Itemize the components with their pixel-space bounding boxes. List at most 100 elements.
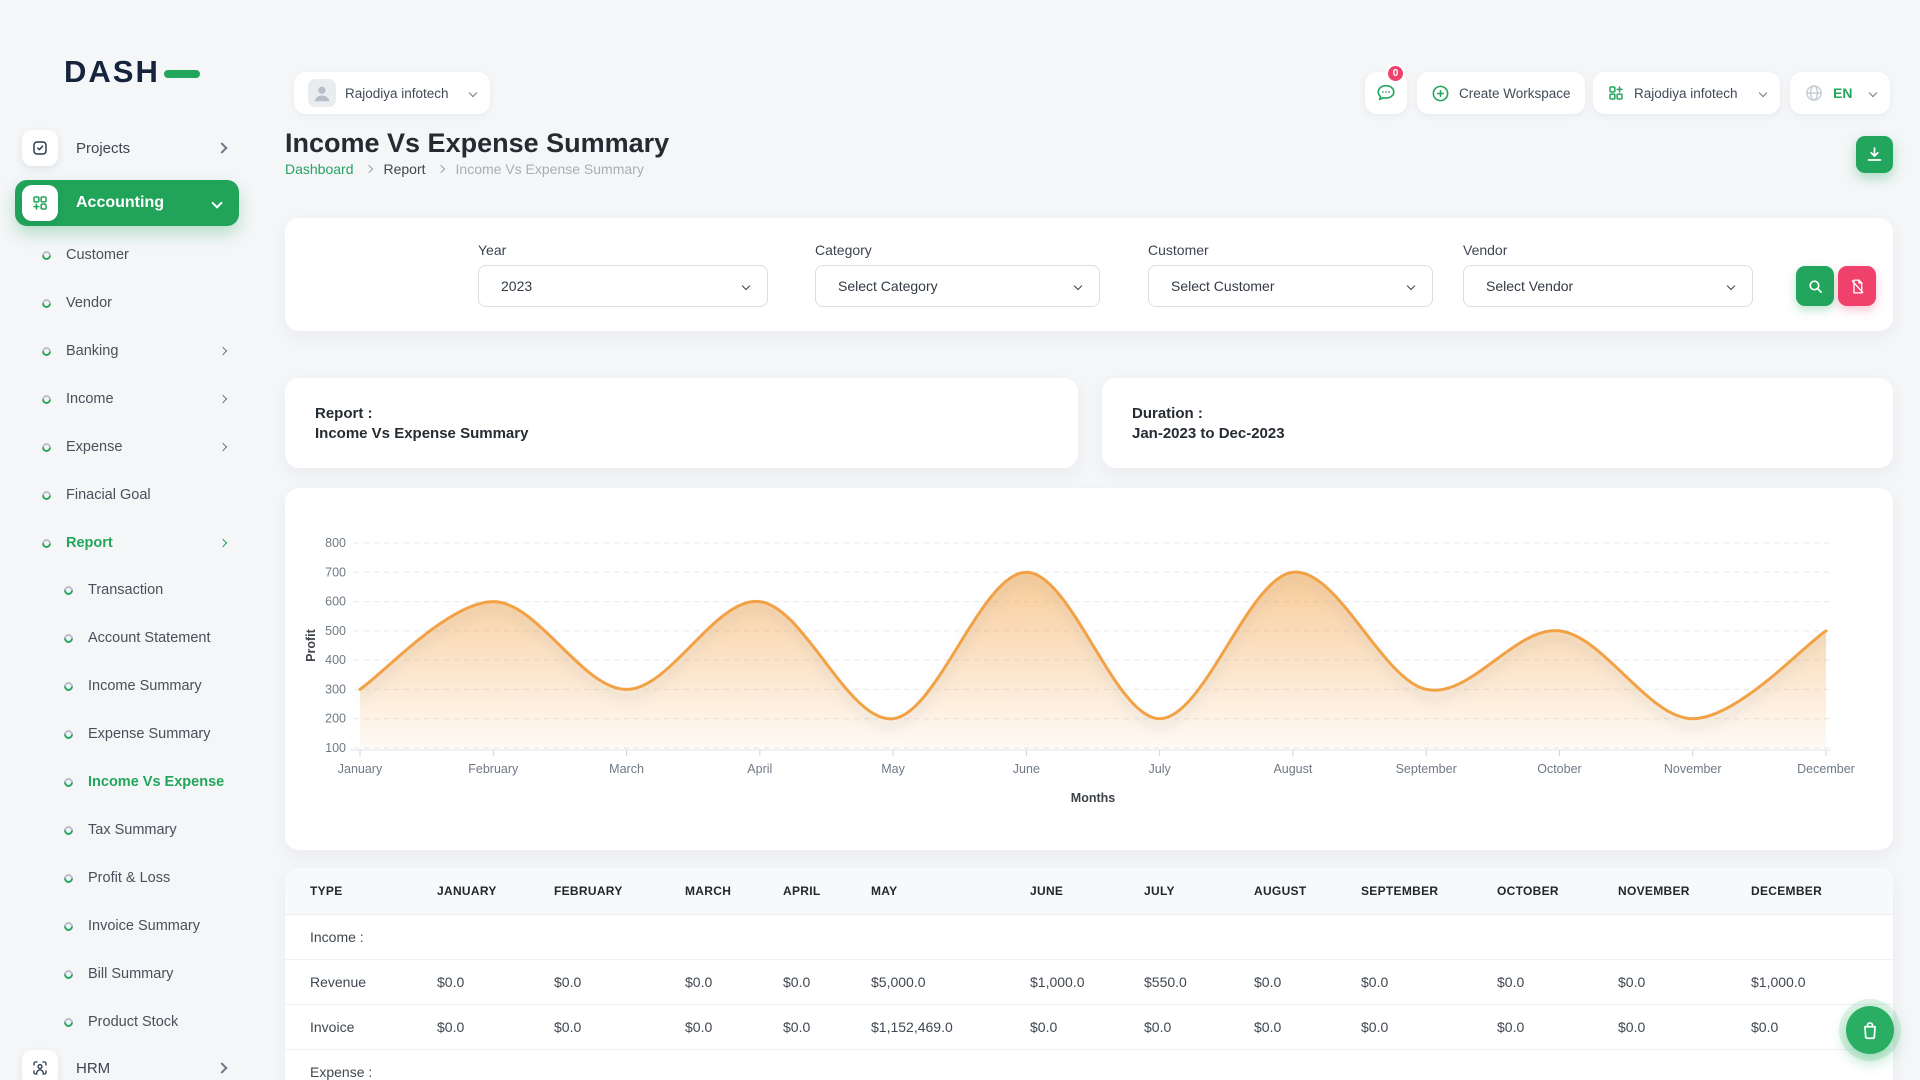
account-selector[interactable]: Rajodiya infotech	[1593, 72, 1780, 114]
customer-label: Customer	[1148, 242, 1209, 258]
bullet-icon	[40, 489, 53, 502]
user-scan-icon	[22, 1050, 58, 1080]
sidebar-item-income[interactable]: Income	[15, 382, 240, 416]
download-button[interactable]	[1856, 136, 1893, 173]
breadcrumb-dashboard-link[interactable]: Dashboard	[285, 161, 354, 177]
shopping-bag-icon	[1859, 1019, 1881, 1041]
chat-icon	[1375, 82, 1397, 104]
table-cell: $0.0	[1497, 959, 1618, 1004]
sidebar-item-income-vs-expense[interactable]: Income Vs Expense	[15, 765, 240, 799]
language-selector[interactable]: EN	[1790, 72, 1890, 114]
table-cell: $0.0	[685, 959, 783, 1004]
sidebar-item-tax-summary[interactable]: Tax Summary	[15, 813, 240, 847]
table-header-cell: SEPTEMBER	[1361, 868, 1497, 914]
chevron-down-icon	[1869, 89, 1877, 97]
category-select[interactable]: Select Category	[815, 265, 1100, 307]
sidebar-item-expense[interactable]: Expense	[15, 430, 240, 464]
year-select[interactable]: 2023	[478, 265, 768, 307]
sidebar-item-product-stock[interactable]: Product Stock	[15, 1005, 240, 1039]
workspace-selector[interactable]: Rajodiya infotech	[294, 72, 490, 114]
bullet-icon	[62, 584, 75, 597]
sidebar-item-accounting[interactable]: Accounting	[15, 180, 239, 226]
table-row: Revenue$0.0$0.0$0.0$0.0$5,000.0$1,000.0$…	[285, 959, 1893, 1004]
bullet-icon	[62, 968, 75, 981]
table-header-row: TYPEJANUARYFEBRUARYMARCHAPRILMAYJUNEJULY…	[285, 868, 1893, 914]
svg-text:October: October	[1537, 762, 1581, 776]
bullet-icon	[62, 1016, 75, 1029]
chevron-right-icon	[364, 165, 372, 173]
table-header-cell: MARCH	[685, 868, 783, 914]
bullet-icon	[40, 393, 53, 406]
customer-select[interactable]: Select Customer	[1148, 265, 1433, 307]
breadcrumb-report-link[interactable]: Report	[384, 161, 426, 177]
svg-text:Profit: Profit	[304, 628, 318, 661]
table-cell: $1,000.0	[1751, 959, 1893, 1004]
chevron-right-icon	[216, 1062, 227, 1073]
income-expense-table: TYPEJANUARYFEBRUARYMARCHAPRILMAYJUNEJULY…	[285, 868, 1893, 1080]
svg-text:November: November	[1664, 762, 1722, 776]
table-cell: $0.0	[437, 959, 554, 1004]
table-cell: $1,152,469.0	[871, 1004, 1030, 1049]
chevron-right-icon	[219, 347, 227, 355]
sidebar-item-profit-loss[interactable]: Profit & Loss	[15, 861, 240, 895]
row-label: Invoice	[285, 1004, 437, 1049]
sidebar-item-customer[interactable]: Customer	[15, 238, 240, 272]
bullet-icon	[62, 680, 75, 693]
table-cell: $0.0	[554, 1004, 685, 1049]
accounting-grid-icon	[22, 185, 58, 221]
chevron-down-icon	[1407, 282, 1415, 290]
sidebar-item-banking[interactable]: Banking	[15, 334, 240, 368]
checkbox-icon	[22, 130, 58, 166]
chevron-right-icon	[219, 443, 227, 451]
table-cell: $5,000.0	[871, 959, 1030, 1004]
plus-circle-icon	[1431, 84, 1450, 103]
sidebar-item-hrm[interactable]: HRM	[15, 1048, 240, 1080]
chevron-down-icon	[211, 197, 222, 208]
filter-panel: Year 2023 Category Select Category Custo…	[285, 218, 1893, 331]
table-cell: $0.0	[685, 1004, 783, 1049]
breadcrumb: Dashboard Report Income Vs Expense Summa…	[285, 161, 644, 177]
reset-filter-button[interactable]	[1838, 266, 1876, 306]
sidebar-item-account-statement[interactable]: Account Statement	[15, 621, 240, 655]
avatar	[308, 79, 336, 107]
chevron-right-icon	[219, 539, 227, 547]
table-header-cell: OCTOBER	[1497, 868, 1618, 914]
svg-text:January: January	[338, 762, 383, 776]
vendor-select[interactable]: Select Vendor	[1463, 265, 1753, 307]
svg-text:December: December	[1797, 762, 1855, 776]
sidebar-item-report[interactable]: Report	[15, 526, 240, 560]
sidebar-item-income-summary[interactable]: Income Summary	[15, 669, 240, 703]
bullet-icon	[40, 249, 53, 262]
sidebar-item-bill-summary[interactable]: Bill Summary	[15, 957, 240, 991]
svg-text:July: July	[1149, 762, 1172, 776]
sidebar-item-transaction[interactable]: Transaction	[15, 573, 240, 607]
sidebar-item-expense-summary[interactable]: Expense Summary	[15, 717, 240, 751]
bullet-icon	[40, 345, 53, 358]
section-label: Income :	[285, 914, 1893, 959]
report-summary-card: Report : Income Vs Expense Summary	[285, 378, 1078, 468]
table-header-cell: TYPE	[285, 868, 437, 914]
table-header-cell: AUGUST	[1254, 868, 1361, 914]
category-label: Category	[815, 242, 872, 258]
search-button[interactable]	[1796, 266, 1834, 306]
table-header-cell: MAY	[871, 868, 1030, 914]
table-cell: $0.0	[1497, 1004, 1618, 1049]
section-label: Expense :	[285, 1049, 1893, 1080]
vendor-label: Vendor	[1463, 242, 1507, 258]
duration-card-title: Duration :	[1132, 405, 1893, 422]
svg-text:600: 600	[325, 595, 346, 609]
svg-text:April: April	[747, 762, 772, 776]
sidebar-item-finacial-goal[interactable]: Finacial Goal	[15, 478, 240, 512]
app-logo[interactable]: DASH	[64, 54, 200, 90]
create-workspace-button[interactable]: Create Workspace	[1417, 72, 1585, 114]
table-cell: $0.0	[1361, 959, 1497, 1004]
svg-text:March: March	[609, 762, 644, 776]
chevron-down-icon	[469, 89, 477, 97]
sidebar-item-vendor[interactable]: Vendor	[15, 286, 240, 320]
chevron-right-icon	[219, 395, 227, 403]
sidebar-item-projects[interactable]: Projects	[15, 128, 240, 168]
table-header-cell: JULY	[1144, 868, 1254, 914]
bullet-icon	[62, 728, 75, 741]
shop-fab-button[interactable]	[1846, 1006, 1894, 1054]
sidebar-item-invoice-summary[interactable]: Invoice Summary	[15, 909, 240, 943]
